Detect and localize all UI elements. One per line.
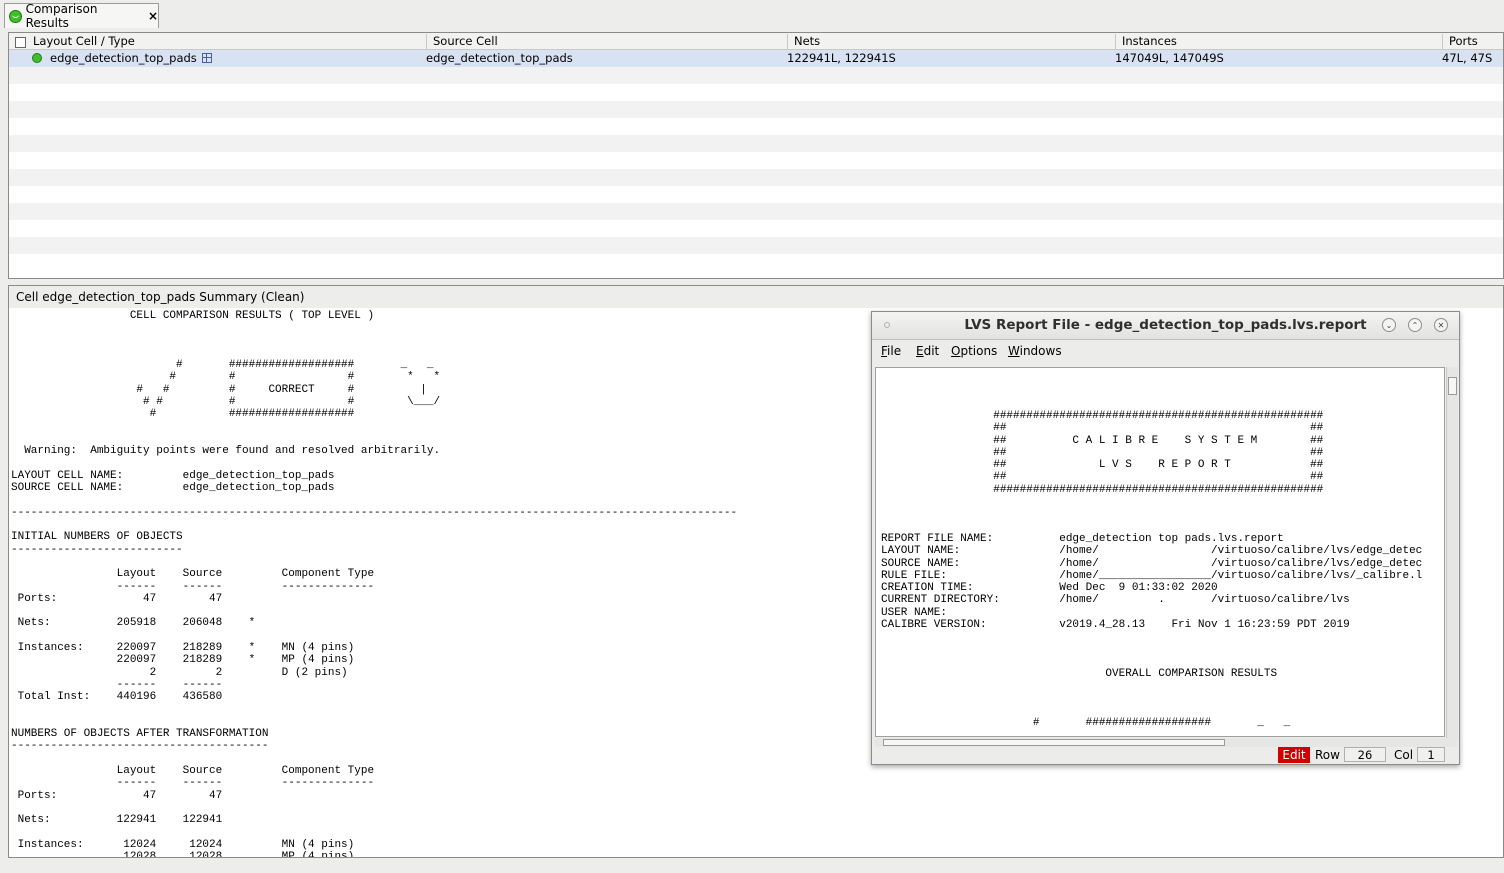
empty-row [9,84,1503,101]
summary-report-text[interactable]: CELL COMPARISON RESULTS ( TOP LEVEL ) # … [11,310,737,857]
lvs-report-window[interactable]: LVS Report File - edge_detection_top_pad… [871,311,1460,765]
menu-options[interactable]: Options [951,340,997,362]
close-icon[interactable]: × [148,9,158,23]
window-title: LVS Report File - edge_detection_top_pad… [964,317,1367,333]
report-text: ########################################… [881,410,1423,730]
window-menu-icon[interactable] [884,322,890,328]
empty-row [9,152,1503,169]
empty-row [9,67,1503,84]
column-header-instances[interactable]: Instances [1115,34,1177,49]
empty-row [9,101,1503,118]
column-header-ports[interactable]: Ports [1442,34,1478,49]
menu-file[interactable]: File [881,340,901,362]
column-header-nets[interactable]: Nets [787,34,820,49]
empty-row [9,254,1503,271]
col-field[interactable]: 1 [1417,747,1445,762]
tab-comparison-results[interactable]: Comparison Results × [4,2,159,30]
edit-mode-badge[interactable]: Edit [1278,747,1310,763]
report-text-area[interactable]: ########################################… [875,367,1445,737]
col-label: Col [1394,748,1414,762]
column-header-layout-cell[interactable]: Layout Cell / Type [9,34,135,49]
source-cell-name: edge_detection_top_pads [426,51,573,65]
table-header: Layout Cell / Type Source Cell Nets Inst… [9,33,1503,50]
empty-row [9,186,1503,203]
empty-row [9,135,1503,152]
scroll-thumb[interactable] [1448,377,1457,395]
status-ok-icon [9,9,22,23]
table-body: edge_detection_top_pads edge_detection_t… [9,50,1503,271]
status-bar [0,860,1504,873]
maximize-icon[interactable]: ⌃ [1408,318,1422,332]
scroll-thumb[interactable] [883,739,1225,746]
menu-windows[interactable]: Windows [1008,340,1062,362]
window-titlebar[interactable]: LVS Report File - edge_detection_top_pad… [872,312,1459,340]
comparison-table: Layout Cell / Type Source Cell Nets Inst… [8,32,1504,279]
layout-cell-name: edge_detection_top_pads [50,51,197,65]
ports-value: 47L, 47S [1442,51,1493,65]
vertical-scrollbar[interactable] [1446,367,1458,739]
row-label: Row [1315,748,1340,762]
tab-bar: Comparison Results × [0,0,1504,30]
empty-row [9,220,1503,237]
window-menubar: File Edit Options Windows [872,340,1459,362]
cell-hierarchy-icon[interactable] [202,53,212,63]
summary-title: Cell edge_detection_top_pads Summary (Cl… [9,286,1503,308]
column-header-source-cell[interactable]: Source Cell [426,34,498,49]
table-row[interactable]: edge_detection_top_pads edge_detection_t… [9,50,1503,67]
menu-edit[interactable]: Edit [916,340,939,362]
nets-value: 122941L, 122941S [787,51,896,65]
status-ok-icon [32,53,42,63]
empty-row [9,169,1503,186]
close-window-icon[interactable]: ✕ [1434,318,1448,332]
empty-row [9,237,1503,254]
empty-row [9,203,1503,220]
column-chooser-icon[interactable] [15,37,26,48]
row-field[interactable]: 26 [1344,747,1386,762]
minimize-icon[interactable]: ⌄ [1382,318,1396,332]
tab-label: Comparison Results [25,2,98,30]
empty-row [9,118,1503,135]
window-statusbar: Edit Row 26 Col 1 [872,746,1459,764]
instances-value: 147049L, 147049S [1115,51,1224,65]
